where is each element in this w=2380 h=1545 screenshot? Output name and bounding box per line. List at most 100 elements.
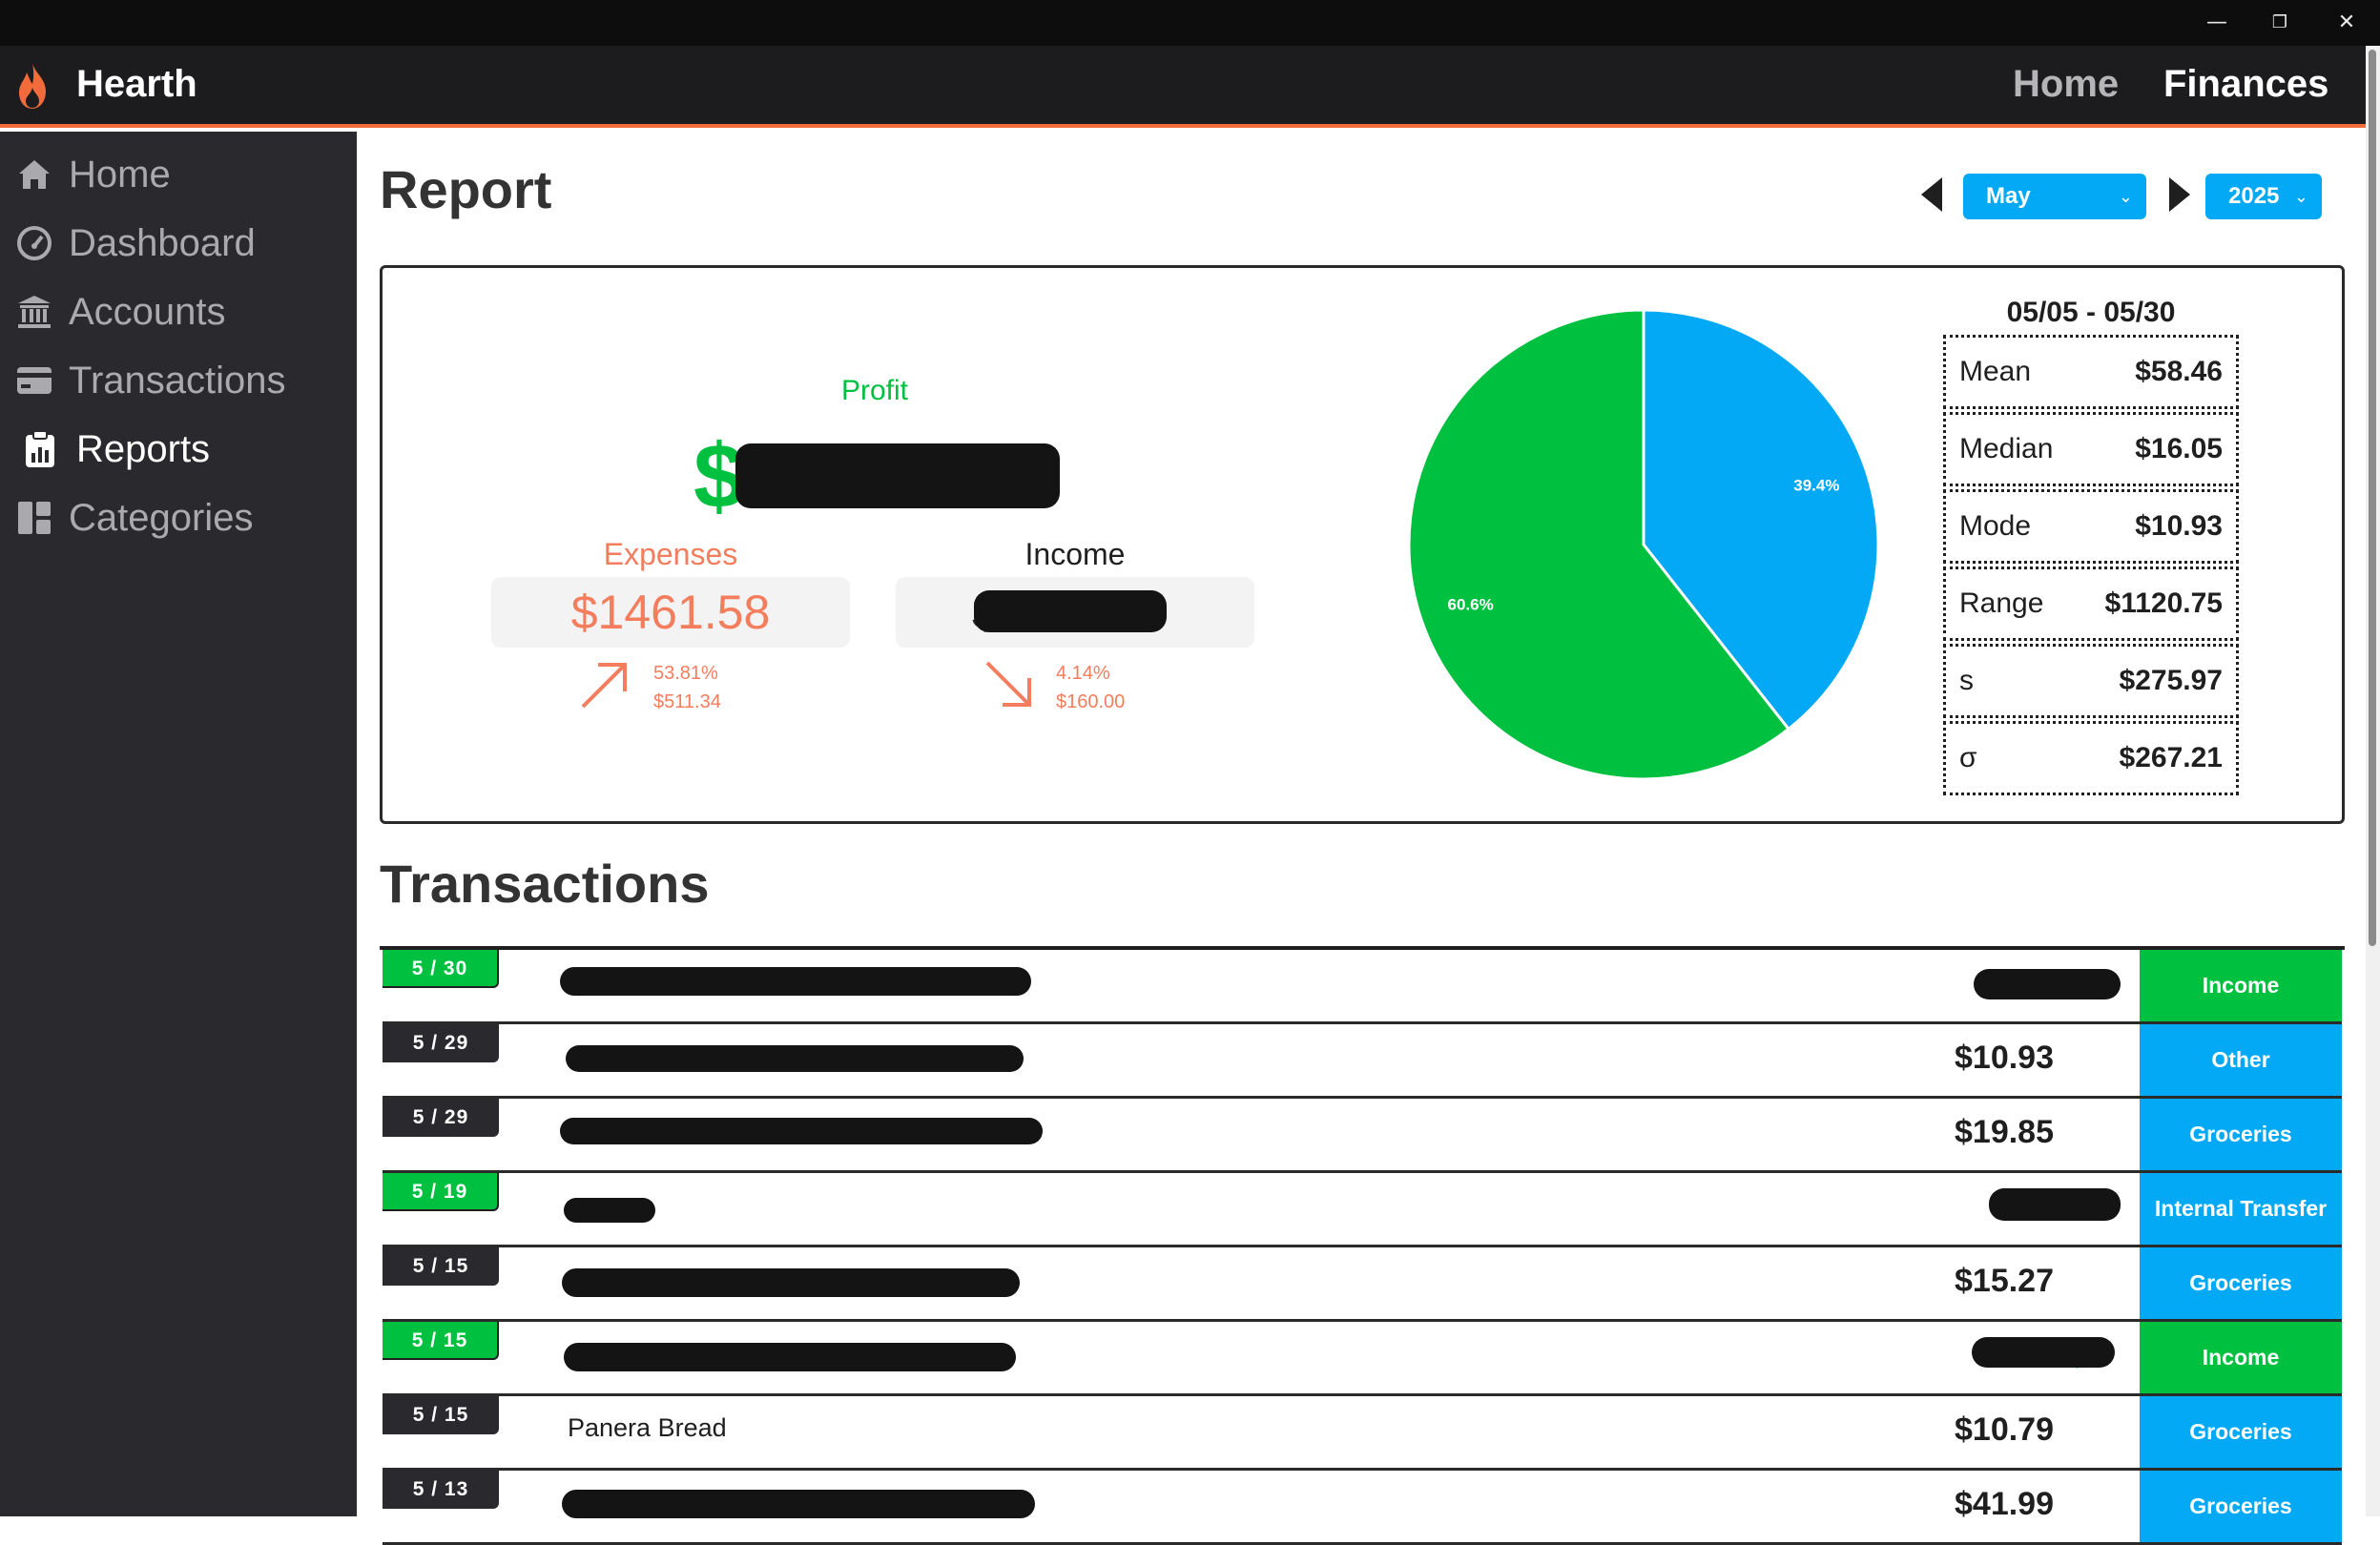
row-category-badge[interactable]: Groceries [2140, 1396, 2342, 1468]
dashboard-layout-icon [15, 499, 53, 537]
sidebar-item-label: Transactions [69, 359, 286, 402]
profit-label: Profit [840, 375, 909, 406]
expenses-delta-amount: $511.34 [653, 691, 721, 712]
stat-value: $275.97 [2119, 665, 2223, 696]
stat-key: s [1959, 665, 1974, 696]
transactions-table: 5 / 30 $ Income 5 / 29 $10.93 Other 5 / … [380, 946, 2345, 1545]
stats-date-range: 05/05 - 05/30 [2006, 297, 2176, 328]
category-pie-chart: 39.4% 60.6% [1407, 308, 1880, 781]
flame-icon [19, 63, 46, 109]
row-category-badge[interactable]: Internal Transfer [2140, 1173, 2342, 1245]
row-category-badge[interactable]: Groceries [2140, 1471, 2342, 1542]
stat-key: Range [1959, 587, 2044, 619]
row-date-badge: 5 / 15 [383, 1322, 499, 1360]
row-date-badge: 5 / 29 [383, 1024, 499, 1062]
stats-row-mean: Mean $58.46 [1943, 335, 2239, 409]
transactions-title: Transactions [380, 854, 710, 914]
app-name: Hearth [76, 63, 197, 105]
table-row[interactable]: 5 / 29 $10.93 Other [383, 1024, 2342, 1099]
expenses-delta: 53.81% $511.34 [653, 659, 721, 716]
stat-value: $267.21 [2119, 742, 2223, 773]
stat-value: $16.05 [2135, 433, 2223, 464]
stats-row-median: Median $16.05 [1943, 412, 2239, 486]
stats-row-mode: Mode $10.93 [1943, 489, 2239, 564]
year-select-value: 2025 [2228, 183, 2280, 209]
bank-icon [15, 293, 53, 331]
report-card: Profit $ Expenses $1461.58 53.81% $511.3… [380, 265, 2345, 824]
table-row[interactable]: 5 / 30 $ Income [383, 950, 2342, 1024]
pie-slice-label: 60.6% [1448, 596, 1494, 614]
stat-key: Mode [1959, 510, 2032, 542]
row-date-badge: 5 / 30 [383, 950, 499, 988]
home-icon [15, 155, 53, 194]
redaction-mark [1972, 1337, 2115, 1368]
restore-button[interactable]: ❐ [2251, 6, 2308, 40]
sidebar-item-dashboard[interactable]: Dashboard [0, 212, 357, 275]
redaction-mark [735, 443, 1060, 508]
table-row[interactable]: 5 / 13 $41.99 Groceries [383, 1471, 2342, 1545]
trend-up-arrow-icon [581, 663, 627, 709]
close-button[interactable]: ✕ [2318, 6, 2375, 40]
redaction-mark [1974, 969, 2121, 999]
row-date-badge: 5 / 19 [383, 1173, 499, 1211]
year-select[interactable]: 2025 ⌄ [2205, 174, 2322, 219]
row-date-badge: 5 / 15 [383, 1247, 499, 1286]
table-row[interactable]: 5 / 19 $ Internal Transfer [383, 1173, 2342, 1247]
stats-row-range: Range $1120.75 [1943, 566, 2239, 641]
row-category-badge[interactable]: Income [2140, 1322, 2342, 1393]
sidebar-item-label: Accounts [69, 290, 226, 333]
row-date-badge: 5 / 13 [383, 1471, 499, 1509]
table-row[interactable]: 5 / 15 Panera Bread $10.79 Groceries [383, 1396, 2342, 1471]
table-row[interactable]: 5 / 15 $ Income [383, 1322, 2342, 1396]
redaction-mark [562, 1490, 1035, 1518]
row-amount: $41.99 [1955, 1486, 2054, 1522]
sidebar-item-home[interactable]: Home [0, 143, 357, 206]
minimize-button[interactable]: — [2188, 6, 2245, 40]
pie-slice-label: 39.4% [1793, 476, 1839, 494]
row-amount: $10.79 [1955, 1411, 2054, 1448]
month-select-value: May [1986, 183, 2031, 209]
row-category-badge[interactable]: Groceries [2140, 1247, 2342, 1319]
table-row[interactable]: 5 / 15 $15.27 Groceries [383, 1247, 2342, 1322]
scrollbar-thumb[interactable] [2369, 50, 2376, 946]
income-delta: 4.14% $160.00 [1056, 659, 1125, 716]
gauge-icon [15, 224, 53, 262]
sidebar: Home Dashboard Accounts Transactions Rep… [0, 132, 357, 1516]
chevron-down-icon: ⌄ [2293, 187, 2308, 206]
sidebar-item-reports[interactable]: Reports [0, 418, 357, 481]
trend-down-arrow-icon [985, 661, 1031, 707]
row-category-badge[interactable]: Groceries [2140, 1099, 2342, 1170]
redaction-mark [974, 590, 1167, 632]
redaction-mark [562, 1268, 1020, 1297]
sidebar-item-label: Home [69, 153, 171, 196]
expenses-label: Expenses [603, 537, 738, 571]
redaction-mark [560, 1118, 1043, 1144]
clipboard-chart-icon [21, 430, 59, 468]
income-delta-amount: $160.00 [1056, 691, 1126, 712]
next-month-arrow-icon[interactable] [2165, 175, 2194, 214]
row-category-badge[interactable]: Other [2140, 1024, 2342, 1096]
sidebar-item-accounts[interactable]: Accounts [0, 280, 357, 343]
app-header: Hearth Home Finances [0, 46, 2366, 128]
sidebar-item-label: Reports [76, 427, 211, 470]
stats-row-sample-std: s $275.97 [1943, 644, 2239, 718]
stat-key: σ [1959, 742, 1977, 773]
prev-month-arrow-icon[interactable] [1917, 175, 1946, 214]
chevron-down-icon: ⌄ [2118, 187, 2133, 206]
stats-row-population-std: σ $267.21 [1943, 721, 2239, 795]
sidebar-item-categories[interactable]: Categories [0, 486, 357, 549]
income-label: Income [1024, 537, 1126, 571]
credit-card-icon [15, 361, 53, 400]
redaction-mark [564, 1198, 655, 1223]
sidebar-item-transactions[interactable]: Transactions [0, 349, 357, 412]
stat-key: Mean [1959, 356, 2032, 387]
stat-value: $10.93 [2135, 510, 2223, 542]
nav-finances[interactable]: Finances [2163, 63, 2328, 106]
row-amount: $10.93 [1955, 1040, 2054, 1076]
nav-home[interactable]: Home [2013, 63, 2119, 106]
table-row[interactable]: 5 / 29 $19.85 Groceries [383, 1099, 2342, 1173]
row-date-badge: 5 / 29 [383, 1099, 499, 1137]
month-select[interactable]: May ⌄ [1963, 174, 2146, 219]
stat-value: $58.46 [2135, 356, 2223, 387]
row-category-badge[interactable]: Income [2140, 950, 2342, 1021]
